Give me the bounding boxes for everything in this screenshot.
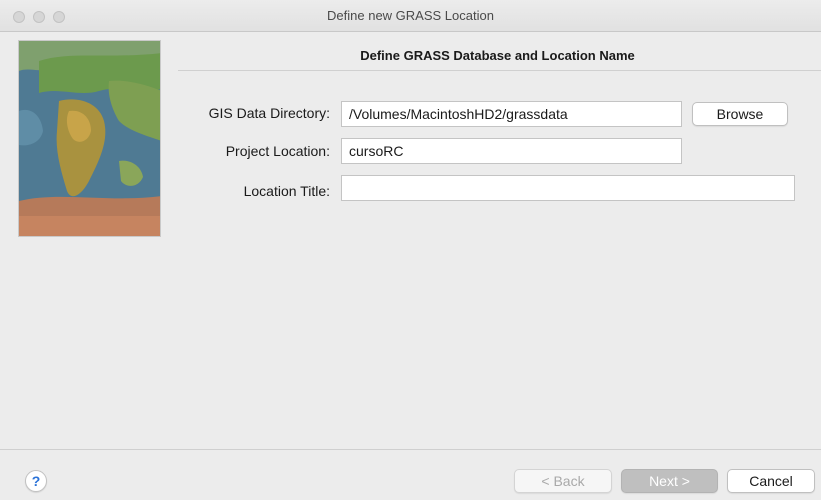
browse-button[interactable]: Browse	[692, 102, 788, 126]
divider	[0, 449, 821, 450]
divider	[178, 70, 821, 71]
world-map-image	[18, 40, 161, 237]
dialog-window: Define new GRASS Location Define GRASS D…	[0, 0, 821, 500]
next-button[interactable]: Next >	[621, 469, 718, 493]
cancel-button[interactable]: Cancel	[727, 469, 815, 493]
project-location-input[interactable]: cursoRC	[341, 138, 682, 164]
location-title-input[interactable]	[341, 175, 795, 201]
title-bar: Define new GRASS Location	[0, 0, 821, 32]
gis-data-directory-input[interactable]: /Volumes/MacintoshHD2/grassdata	[341, 101, 682, 127]
help-question-icon[interactable]: ?	[25, 470, 47, 492]
window-title: Define new GRASS Location	[327, 8, 494, 23]
section-heading: Define GRASS Database and Location Name	[360, 48, 635, 63]
project-location-label: Project Location:	[225, 143, 330, 159]
gis-data-directory-label: GIS Data Directory:	[208, 105, 330, 121]
location-title-label: Location Title:	[243, 183, 330, 199]
back-button[interactable]: < Back	[514, 469, 612, 493]
